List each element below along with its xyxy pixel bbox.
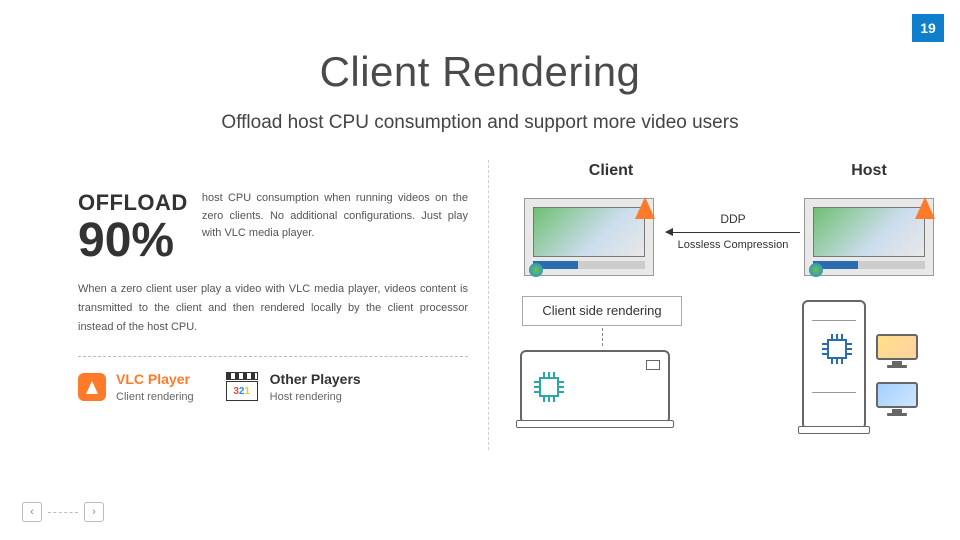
- player-vlc: VLC Player Client rendering: [78, 371, 194, 403]
- thumbnails-row: DDP Lossless Compression: [506, 198, 946, 288]
- offload-description: host CPU consumption when running videos…: [202, 190, 468, 266]
- page-title: Client Rendering: [0, 48, 960, 96]
- player-other: 321 Other Players Host rendering: [224, 371, 361, 403]
- slide: 19 Client Rendering Offload host CPU con…: [0, 0, 960, 540]
- right-column-header: Client Host: [506, 162, 946, 180]
- vlc-title: VLC Player: [116, 371, 194, 387]
- other-players-title: Other Players: [270, 371, 361, 387]
- vlc-icon: [78, 373, 106, 401]
- other-players-subtitle: Host rendering: [270, 391, 361, 403]
- windows-start-icon: [809, 263, 823, 277]
- windows-start-icon: [529, 263, 543, 277]
- transmission-arrow: DDP Lossless Compression: [666, 212, 800, 251]
- page-subtitle: Offload host CPU consumption and support…: [0, 112, 960, 134]
- arrow-label-lossless: Lossless Compression: [666, 239, 800, 251]
- offload-figures: OFFLOAD 90%: [78, 190, 188, 266]
- host-server: [802, 300, 866, 430]
- client-column-label: Client: [506, 162, 716, 180]
- explanation-paragraph: When a zero client user play a video wit…: [78, 280, 468, 336]
- monitor-icon: [876, 382, 918, 416]
- host-video-thumbnail: [804, 198, 934, 276]
- host-column-label: Host: [794, 162, 944, 180]
- vertical-separator: [488, 160, 489, 450]
- players-row: VLC Player Client rendering 321 Other Pl…: [78, 371, 468, 403]
- csr-label: Client side rendering: [522, 296, 682, 326]
- mpc-icon: 321: [224, 372, 260, 402]
- nav-dots: [48, 512, 78, 513]
- csr-connector: [602, 328, 603, 346]
- next-slide-button[interactable]: ›: [84, 502, 104, 522]
- client-device: [520, 350, 670, 424]
- offload-percent: 90%: [78, 216, 188, 266]
- offload-label: OFFLOAD: [78, 190, 188, 216]
- vlc-cone-icon: [915, 197, 935, 219]
- client-side-rendering-callout: Client side rendering: [522, 296, 682, 346]
- left-column: OFFLOAD 90% host CPU consumption when ru…: [78, 190, 468, 403]
- prev-slide-button[interactable]: ‹: [22, 502, 42, 522]
- cpu-chip-icon: [820, 332, 854, 366]
- vlc-subtitle: Client rendering: [116, 391, 194, 403]
- dotted-separator: [78, 356, 468, 357]
- cpu-chip-icon: [532, 370, 566, 404]
- page-number-badge: 19: [912, 14, 944, 42]
- monitor-icon: [876, 334, 918, 368]
- client-video-thumbnail: [524, 198, 654, 276]
- slide-nav: ‹ ›: [22, 502, 104, 522]
- vlc-cone-icon: [635, 197, 655, 219]
- arrow-label-ddp: DDP: [666, 212, 800, 226]
- offload-block: OFFLOAD 90% host CPU consumption when ru…: [78, 190, 468, 266]
